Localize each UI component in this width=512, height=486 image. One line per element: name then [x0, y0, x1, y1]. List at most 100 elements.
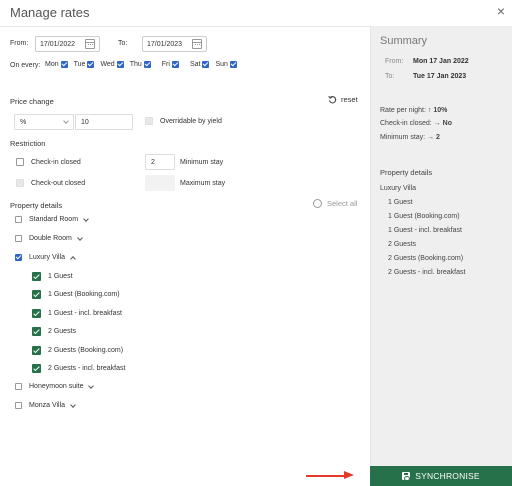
summary-from-label: From: — [385, 58, 404, 65]
summary-property-name: Luxury Villa — [380, 185, 417, 192]
day-checkbox-wed[interactable] — [116, 61, 124, 68]
summary-rate-item: 1 Guest — [388, 199, 413, 206]
day-checkbox-sun[interactable] — [229, 61, 237, 68]
to-label: To: — [118, 40, 128, 47]
summary-rate-item: 1 Guest - incl. breakfast — [388, 227, 462, 234]
room-label-luxury-villa: Luxury Villa — [29, 254, 66, 261]
checkout-closed-label: Check-out closed — [31, 180, 86, 187]
rate-row: 2 Guests (Booking.com) — [32, 346, 123, 355]
day-checkbox-sat[interactable] — [202, 61, 210, 68]
sidebar-divider — [370, 26, 371, 466]
day-label-fri: Fri — [161, 61, 170, 68]
day-checkbox-mon[interactable] — [60, 61, 68, 68]
summary-rate-item: 2 Guests - incl. breakfast — [388, 269, 466, 276]
reset-label: reset — [341, 95, 358, 104]
maximum-stay-label: Maximum stay — [180, 180, 226, 187]
rate-label: 1 Guest - incl. breakfast — [48, 310, 122, 317]
room-checkbox-luxury-villa[interactable] — [15, 254, 22, 261]
chevron-down-icon[interactable] — [70, 401, 76, 408]
minimum-stay-label: Minimum stay — [180, 159, 224, 166]
synchronise-button[interactable]: SYNCHRONISE — [370, 466, 512, 486]
pointer-arrow-head — [344, 471, 354, 479]
checkin-closed-checkbox[interactable] — [16, 158, 24, 166]
summary-checkin-label: Check-in closed: — [380, 120, 432, 127]
room-label-monza-villa: Monza Villa — [29, 402, 66, 409]
calendar-icon[interactable] — [85, 39, 95, 49]
save-icon — [402, 472, 411, 481]
rate-checkbox[interactable] — [32, 290, 41, 299]
summary-property-heading: Property details — [380, 168, 433, 177]
restriction-heading: Restriction — [10, 139, 46, 148]
chevron-down-icon — [63, 118, 69, 124]
summary-checkin-row: Check-in closed: → No — [380, 120, 452, 127]
summary-title: Summary — [380, 35, 428, 47]
price-change-type-value: % — [20, 118, 27, 126]
reset-button[interactable]: reset — [328, 95, 358, 104]
price-change-amount-input[interactable]: 10 — [75, 114, 133, 130]
rate-row: 1 Guest - incl. breakfast — [32, 309, 122, 318]
rate-label: 1 Guest — [48, 273, 73, 280]
header-divider — [0, 26, 370, 27]
day-label-sat: Sat — [189, 61, 201, 68]
room-checkbox-standard[interactable] — [15, 216, 22, 223]
minimum-stay-input[interactable]: 2 — [145, 154, 175, 170]
summary-rate-label: Rate per night: — [380, 107, 426, 114]
from-date-input[interactable]: 17/01/2022 — [35, 36, 100, 52]
summary-rate-value: ↑ 10% — [427, 107, 448, 114]
rate-row: 2 Guests - incl. breakfast — [32, 364, 125, 373]
room-label-honeymoon: Honeymoon suite — [29, 383, 84, 390]
chevron-down-icon[interactable] — [88, 382, 95, 389]
day-label-mon: Mon — [45, 61, 59, 68]
day-checkbox-thu[interactable] — [143, 61, 151, 68]
rate-label: 2 Guests (Booking.com) — [48, 347, 124, 354]
select-all-button[interactable]: Select all — [313, 199, 357, 208]
to-date-value: 17/01/2023 — [147, 40, 183, 48]
summary-checkin-value: → No — [433, 120, 452, 127]
rate-checkbox[interactable] — [32, 309, 41, 318]
rate-checkbox[interactable] — [32, 272, 41, 281]
minimum-stay-value: 2 — [151, 158, 155, 166]
rate-label: 2 Guests — [48, 328, 77, 335]
synchronise-label: SYNCHRONISE — [415, 471, 480, 481]
rate-row: 2 Guests — [32, 327, 76, 336]
overridable-checkbox[interactable] — [145, 117, 153, 125]
from-date-value: 17/01/2022 — [40, 40, 76, 48]
dialog-title: Manage rates — [10, 5, 90, 20]
day-label-thu: Thu — [129, 61, 142, 68]
on-every-label: On every: — [10, 62, 41, 69]
day-checkbox-fri[interactable] — [171, 61, 179, 68]
chevron-up-icon[interactable] — [70, 255, 76, 262]
day-label-tue: Tue — [73, 61, 86, 68]
rate-checkbox[interactable] — [32, 327, 41, 336]
room-row-honeymoon: Honeymoon suite — [15, 382, 95, 390]
room-checkbox-double[interactable] — [15, 235, 22, 242]
property-details-heading: Property details — [10, 201, 63, 210]
price-change-type-select[interactable]: % — [14, 114, 74, 130]
rate-label: 1 Guest (Booking.com) — [48, 291, 120, 298]
summary-rate-row: Rate per night: ↑ 10% — [380, 107, 447, 114]
maximum-stay-input[interactable] — [145, 175, 175, 191]
room-row-standard: Standard Room — [15, 215, 89, 223]
day-label-wed: Wed — [100, 61, 115, 68]
day-label-sun: Sun — [215, 61, 228, 68]
select-all-label: Select all — [327, 199, 358, 208]
room-label-double: Double Room — [29, 235, 72, 242]
chevron-down-icon[interactable] — [83, 215, 89, 222]
price-change-amount-value: 10 — [81, 118, 89, 126]
room-checkbox-honeymoon[interactable] — [15, 383, 22, 390]
day-checkbox-tue[interactable] — [87, 61, 95, 68]
close-icon[interactable]: × — [494, 3, 508, 19]
summary-from-value: Mon 17 Jan 2022 — [413, 58, 469, 65]
checkout-closed-checkbox[interactable] — [16, 179, 24, 187]
summary-to-label: To: — [385, 73, 395, 80]
summary-rate-item: 1 Guest (Booking.com) — [388, 213, 460, 220]
to-date-input[interactable]: 17/01/2023 — [142, 36, 207, 52]
room-row-double: Double Room — [15, 234, 83, 242]
rate-checkbox[interactable] — [32, 364, 41, 373]
chevron-down-icon[interactable] — [76, 234, 83, 241]
summary-minstay-label: Minimum stay: — [380, 134, 426, 141]
calendar-icon[interactable] — [192, 39, 202, 49]
summary-minstay-row: Minimum stay: → 2 — [380, 134, 440, 141]
rate-checkbox[interactable] — [32, 346, 41, 355]
room-checkbox-monza-villa[interactable] — [15, 402, 22, 409]
